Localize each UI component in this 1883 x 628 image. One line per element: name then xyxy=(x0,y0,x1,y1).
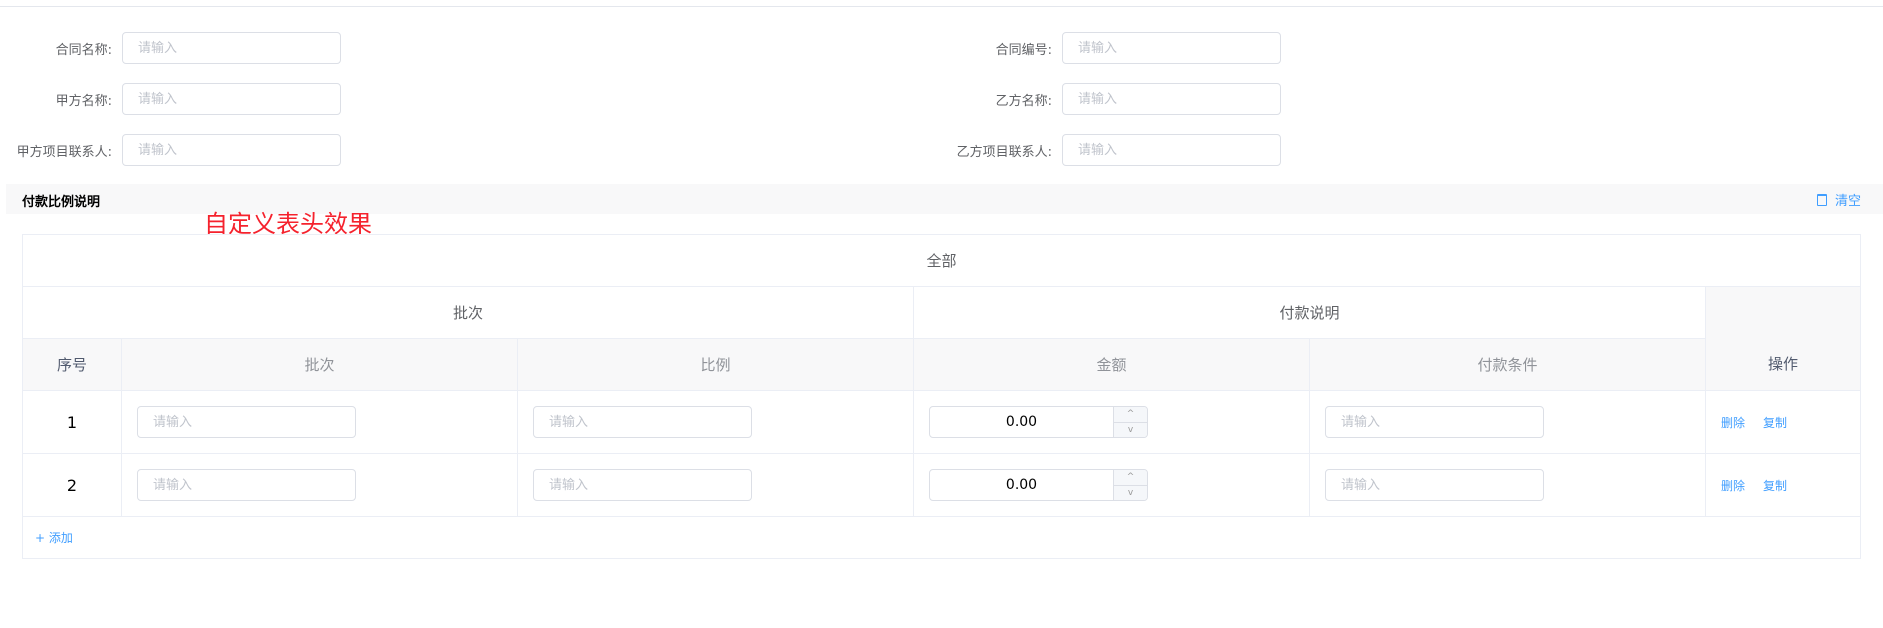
clear-button[interactable]: 清空 xyxy=(1816,190,1861,209)
batch-input[interactable] xyxy=(137,469,356,501)
plus-icon: + xyxy=(35,531,49,545)
section-title: 付款比例说明 xyxy=(22,195,101,210)
add-row-button[interactable]: + 添加 xyxy=(21,516,1862,559)
header-group-all: 全部 xyxy=(21,234,1862,287)
copy-link[interactable]: 复制 xyxy=(1763,416,1787,430)
condition-input[interactable] xyxy=(1325,469,1544,501)
ratio-input[interactable] xyxy=(533,406,752,438)
table-row: 2 0.00^v 删除 复制 xyxy=(22,453,1862,517)
delete-link[interactable]: 删除 xyxy=(1721,416,1745,430)
decrement-icon[interactable]: v xyxy=(1114,421,1147,438)
form-row-party-b-name: 乙方名称: xyxy=(940,83,1281,115)
header-batch: 批次 xyxy=(121,338,518,391)
header-actions: 操作 xyxy=(1704,286,1862,391)
contract-name-input[interactable] xyxy=(122,32,341,64)
add-label: 添加 xyxy=(48,531,73,545)
clear-label: 清空 xyxy=(1834,194,1861,209)
ratio-input[interactable] xyxy=(533,469,752,501)
party-a-name-input[interactable] xyxy=(122,83,341,115)
party-b-name-input[interactable] xyxy=(1062,83,1281,115)
copy-link[interactable]: 复制 xyxy=(1763,479,1787,493)
form-row-party-a-contact: 甲方项目联系人: xyxy=(0,134,341,166)
top-divider xyxy=(0,6,1883,7)
increment-icon[interactable]: ^ xyxy=(1114,470,1147,485)
header-amount: 金额 xyxy=(913,338,1310,391)
party-a-contact-input[interactable] xyxy=(122,134,341,166)
header-index: 序号 xyxy=(22,338,122,391)
row-index: 1 xyxy=(22,390,122,454)
condition-input[interactable] xyxy=(1325,406,1544,438)
header-ratio: 比例 xyxy=(517,338,914,391)
table-row: 1 0.00^v 删除 复制 xyxy=(22,390,1862,454)
header-group-batch: 批次 xyxy=(22,286,914,339)
party-b-contact-input[interactable] xyxy=(1062,134,1281,166)
label-party-a-name: 甲方名称: xyxy=(55,93,112,109)
header-group-payment: 付款说明 xyxy=(913,286,1706,339)
label-contract-number: 合同编号: xyxy=(995,42,1052,58)
header-condition: 付款条件 xyxy=(1309,338,1706,391)
label-party-a-contact: 甲方项目联系人: xyxy=(16,144,112,160)
amount-stepper[interactable]: 0.00 ^ v xyxy=(929,406,1148,438)
amount-stepper[interactable]: 0.00 ^ v xyxy=(929,469,1148,501)
amount-value[interactable]: 0.00 xyxy=(930,470,1113,500)
label-party-b-contact: 乙方项目联系人: xyxy=(956,144,1052,160)
label-contract-name: 合同名称: xyxy=(55,42,112,58)
amount-value[interactable]: 0.00 xyxy=(930,407,1113,437)
increment-icon[interactable]: ^ xyxy=(1114,407,1147,422)
decrement-icon[interactable]: v xyxy=(1114,484,1147,501)
form-row-party-a-name: 甲方名称: xyxy=(0,83,341,115)
row-index: 2 xyxy=(22,453,122,517)
delete-link[interactable]: 删除 xyxy=(1721,479,1745,493)
batch-input[interactable] xyxy=(137,406,356,438)
trash-icon xyxy=(1816,193,1827,206)
form-row-contract-name: 合同名称: xyxy=(0,32,341,64)
form-row-contract-number: 合同编号: xyxy=(940,32,1281,64)
label-party-b-name: 乙方名称: xyxy=(995,93,1052,109)
payment-table: 全部 批次 付款说明 操作 序号 批次 比例 金额 付款条件 1 0.00^v … xyxy=(21,234,1862,559)
contract-number-input[interactable] xyxy=(1062,32,1281,64)
form-row-party-b-contact: 乙方项目联系人: xyxy=(940,134,1281,166)
